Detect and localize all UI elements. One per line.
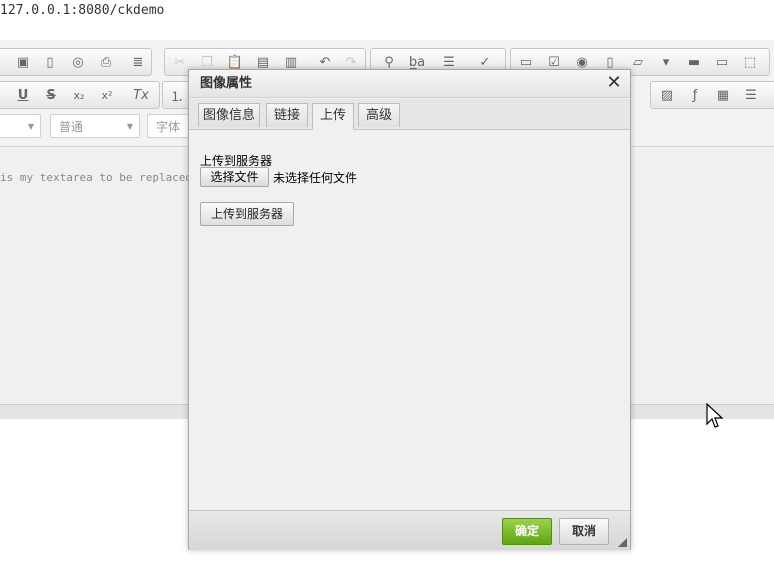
tab-upload[interactable]: 上传 [312, 103, 354, 130]
print-icon[interactable]: ⎙ [96, 52, 116, 72]
content-text: is my textarea to be replaced [0, 171, 193, 184]
save-icon[interactable]: ▣ [13, 52, 33, 72]
styles-combo[interactable]: ▼ [0, 114, 41, 138]
resize-grip-icon[interactable] [618, 538, 627, 547]
dialog-title[interactable]: 图像属性 [189, 70, 630, 98]
cut-icon[interactable]: ✂ [170, 52, 190, 72]
tab-image-info[interactable]: 图像信息 [198, 103, 260, 127]
horizontal-rule-icon[interactable]: ☰ [741, 85, 761, 105]
underline-icon[interactable]: U [13, 85, 33, 105]
button-icon[interactable]: ▬ [684, 52, 704, 72]
chevron-down-icon: ▼ [27, 122, 34, 131]
superscript-icon[interactable]: x² [97, 85, 117, 105]
table-icon[interactable]: ▦ [713, 85, 733, 105]
image-icon[interactable]: ▨ [657, 85, 677, 105]
subscript-icon[interactable]: x₂ [69, 85, 89, 105]
file-status: 未选择任何文件 [273, 171, 358, 185]
tab-advanced[interactable]: 高级 [358, 103, 400, 127]
ok-button[interactable]: 确定 [502, 518, 552, 545]
imagebutton-icon[interactable]: ▭ [712, 52, 732, 72]
mouse-cursor-icon [706, 403, 724, 428]
templates-icon[interactable]: ≣ [128, 52, 148, 72]
strike-icon[interactable]: S [41, 85, 61, 105]
image-properties-dialog: 图像属性 ✕ 图像信息 链接 上传 高级 上传到服务器 选择文件 未选择任何文件… [188, 69, 631, 550]
upload-panel: 上传到服务器 选择文件 未选择任何文件 上传到服务器 [189, 130, 630, 510]
select-icon[interactable]: ▾ [656, 52, 676, 72]
format-combo[interactable]: 普通 ▼ [50, 114, 140, 138]
flash-icon[interactable]: ƒ [685, 85, 705, 105]
toolbar-group-document: ▣ ▯ ◎ ⎙ ≣ [0, 48, 152, 76]
tab-link[interactable]: 链接 [266, 103, 308, 127]
preview-icon[interactable]: ◎ [68, 52, 88, 72]
toolbar-group-insert: ▨ ƒ ▦ ☰ [650, 81, 774, 109]
textarea-icon[interactable]: ▱ [628, 52, 648, 72]
numbered-list-icon[interactable]: ⒈ [167, 85, 187, 105]
remove-format-icon[interactable]: Tx [131, 85, 151, 105]
dialog-tabs: 图像信息 链接 上传 高级 [189, 99, 630, 130]
hiddenfield-icon[interactable]: ⬚ [740, 52, 760, 72]
upload-to-server-button[interactable]: 上传到服务器 [200, 202, 294, 226]
chevron-down-icon: ▼ [126, 122, 133, 131]
toolbar-group-basicstyles: U S x₂ x² Tx [0, 81, 160, 109]
font-combo-label: 字体 [156, 120, 181, 134]
new-page-icon[interactable]: ▯ [40, 52, 60, 72]
format-combo-label: 普通 [59, 120, 84, 134]
dialog-footer: 确定 取消 [189, 510, 630, 550]
cancel-button[interactable]: 取消 [559, 518, 609, 545]
close-icon[interactable]: ✕ [604, 73, 624, 93]
choose-file-button[interactable]: 选择文件 [200, 167, 269, 187]
address-bar[interactable]: 127.0.0.1:8080/ckdemo [0, 3, 164, 18]
